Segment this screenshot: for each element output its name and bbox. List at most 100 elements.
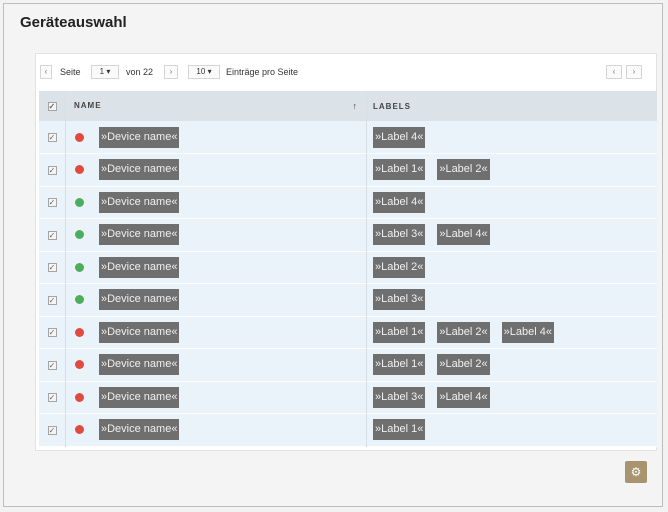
page-select[interactable]: 1 ▾	[91, 65, 119, 79]
labels-cell: »Label 1« »Label 2«	[367, 154, 658, 187]
checkbox-icon: ✓	[48, 230, 56, 240]
name-column-header[interactable]: NAME ↑	[65, 91, 367, 121]
row-select-cell: ✓	[39, 283, 66, 316]
device-name: »Device name«	[99, 159, 180, 181]
status-dot-icon	[75, 425, 84, 435]
labels-cell: »Label 4«	[367, 186, 658, 219]
device-table: ✓ NAME ↑ LABELS ✓ »Device name« »Label 4« ✓…	[39, 91, 657, 447]
status-dot-icon	[75, 295, 84, 305]
device-name-cell: »Device name«	[65, 381, 367, 414]
checkbox-icon: ✓	[48, 328, 56, 338]
next-page-button[interactable]: ›	[164, 65, 178, 79]
table-row[interactable]: ✓ »Device name« »Label 4«	[39, 186, 657, 219]
checkbox-icon: ✓	[48, 360, 56, 370]
device-name-cell: »Device name«	[65, 316, 367, 349]
label-tag: »Label 4«	[373, 191, 426, 213]
device-name-cell: »Device name«	[65, 348, 367, 381]
chevron-down-icon: ▾	[207, 67, 212, 76]
select-all-checkbox[interactable]: ✓	[47, 101, 57, 111]
row-select-cell: ✓	[39, 316, 66, 349]
row-checkbox[interactable]: ✓	[47, 230, 57, 240]
table-row[interactable]: ✓ »Device name« »Label 2«	[39, 251, 657, 284]
checkbox-icon: ✓	[48, 263, 56, 273]
gear-icon: ⚙	[630, 465, 642, 479]
table-row[interactable]: ✓ »Device name« »Label 1« »Label 2« »Label 4…	[39, 316, 657, 349]
label-tag: »Label 3«	[373, 386, 426, 408]
label-tag: »Label 4«	[437, 386, 490, 408]
labels-header-label: LABELS	[373, 101, 411, 111]
labels-cell: »Label 4«	[367, 121, 658, 154]
table-row[interactable]: ✓ »Device name« »Label 4«	[39, 121, 657, 154]
label-tag: »Label 1«	[373, 159, 426, 181]
row-checkbox[interactable]: ✓	[47, 425, 57, 435]
settings-button[interactable]: ⚙	[625, 461, 647, 483]
row-checkbox[interactable]: ✓	[47, 198, 57, 208]
status-dot-icon	[75, 165, 84, 175]
device-name: »Device name«	[99, 289, 180, 311]
table-row[interactable]: ✓ »Device name« »Label 3«	[39, 283, 658, 317]
checkbox-icon: ✓	[48, 295, 56, 305]
status-dot-icon	[75, 327, 84, 337]
table-row[interactable]: ✓ »Device name« »Label 1«	[39, 413, 657, 446]
chevron-right-icon: ›	[169, 67, 173, 76]
table-row[interactable]: ✓ »Device name« »Label 1« »Label 2«	[39, 153, 658, 187]
row-checkbox[interactable]: ✓	[47, 328, 57, 338]
scroll-right-button[interactable]: ›	[626, 65, 642, 79]
row-select-cell: ✓	[39, 153, 66, 186]
device-name-cell: »Device name«	[65, 186, 367, 219]
status-dot-icon	[75, 230, 84, 240]
label-tag: »Label 4«	[501, 321, 554, 343]
device-name-cell: »Device name«	[65, 283, 367, 316]
row-checkbox[interactable]: ✓	[47, 263, 57, 273]
labels-cell: »Label 3« »Label 4«	[367, 381, 658, 414]
page-select-value: 1	[99, 67, 105, 76]
label-tag: »Label 2«	[373, 256, 426, 278]
device-name-cell: »Device name«	[65, 413, 367, 446]
label-tag: »Label 1«	[373, 321, 426, 343]
device-name-cell: »Device name«	[65, 251, 367, 284]
row-select-cell: ✓	[39, 381, 66, 414]
label-tag: »Label 3«	[373, 289, 426, 311]
label-tag: »Label 2«	[437, 321, 490, 343]
labels-cell: »Label 1« »Label 2« »Label 4«	[367, 316, 658, 349]
select-all-cell: ✓	[39, 91, 66, 121]
label-tag: »Label 1«	[373, 354, 426, 376]
device-name-cell: »Device name«	[65, 218, 367, 251]
prev-page-button[interactable]: ‹	[40, 65, 52, 79]
scroll-left-button[interactable]: ‹	[606, 65, 622, 79]
device-name: »Device name«	[99, 256, 180, 278]
chevron-right-icon: ›	[632, 67, 636, 76]
device-name: »Device name«	[99, 191, 180, 213]
checkbox-icon: ✓	[48, 101, 57, 111]
labels-cell: »Label 1« »Label 2«	[367, 349, 658, 382]
row-select-cell: ✓	[39, 218, 66, 251]
row-checkbox[interactable]: ✓	[47, 393, 57, 403]
checkbox-icon: ✓	[48, 133, 56, 142]
checkbox-icon: ✓	[48, 165, 56, 175]
label-tag: »Label 1«	[373, 419, 426, 441]
per-page-value: 10	[196, 67, 206, 76]
per-page-select[interactable]: 10 ▾	[188, 65, 220, 79]
table-row[interactable]: ✓ »Device name« »Label 1« »Label 2«	[39, 348, 658, 382]
row-checkbox[interactable]: ✓	[47, 133, 57, 142]
labels-column-header[interactable]: LABELS	[367, 91, 658, 121]
labels-cell: »Label 3« »Label 4«	[367, 219, 658, 252]
row-select-cell: ✓	[39, 251, 66, 284]
row-checkbox[interactable]: ✓	[47, 360, 57, 370]
device-name: »Device name«	[99, 126, 180, 148]
page-count-label: von 22	[126, 67, 154, 77]
label-tag: »Label 4«	[437, 224, 490, 246]
row-checkbox[interactable]: ✓	[47, 295, 57, 305]
label-tag: »Label 3«	[373, 224, 426, 246]
row-select-cell: ✓	[39, 413, 66, 446]
chevron-down-icon: ▾	[106, 67, 111, 76]
labels-cell: »Label 3«	[367, 284, 658, 317]
sort-arrow-icon[interactable]: ↑	[353, 101, 359, 111]
chevron-left-icon: ‹	[612, 67, 616, 76]
row-select-cell: ✓	[39, 186, 66, 219]
row-checkbox[interactable]: ✓	[47, 165, 57, 175]
table-row[interactable]: ✓ »Device name« »Label 3« »Label 4«	[39, 218, 658, 252]
table-row[interactable]: ✓ »Device name« »Label 3« »Label 4«	[39, 381, 657, 414]
device-name: »Device name«	[99, 386, 180, 408]
label-tag: »Label 2«	[437, 159, 490, 181]
